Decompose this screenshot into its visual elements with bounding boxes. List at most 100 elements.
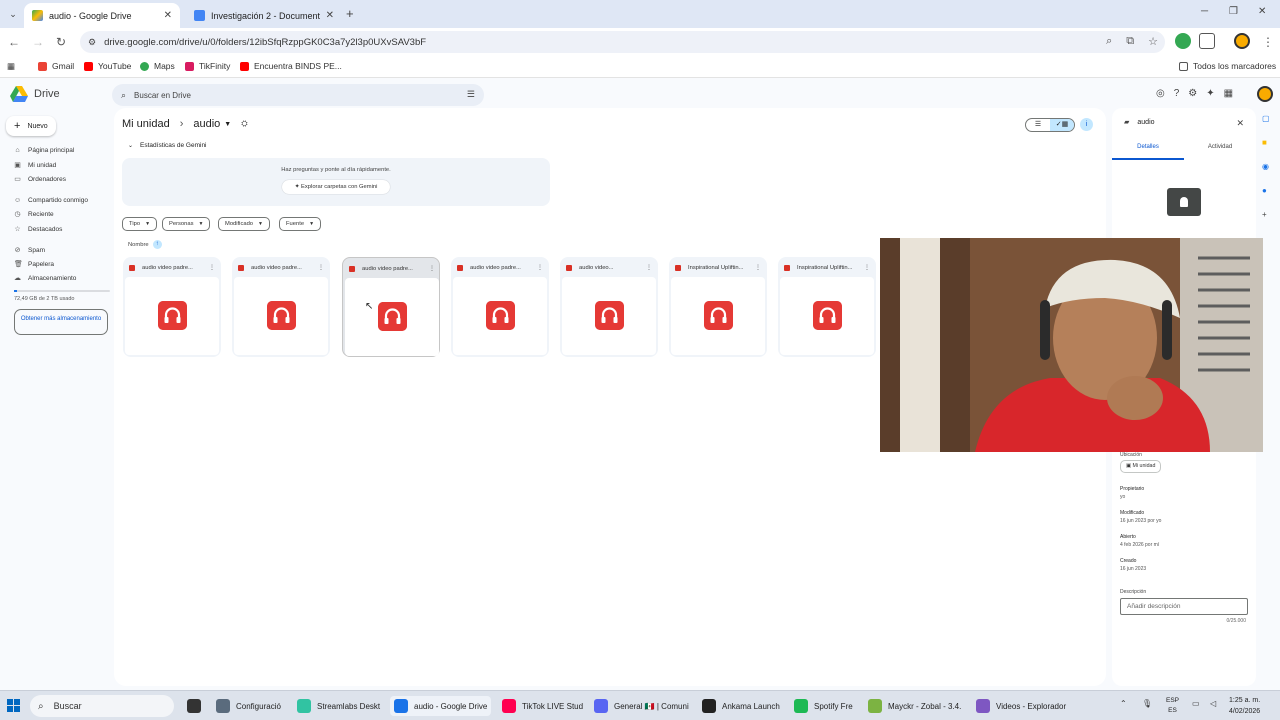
new-button[interactable]: + Nuevo bbox=[6, 116, 56, 136]
back-button[interactable]: ← bbox=[8, 35, 20, 49]
drive-search-input[interactable]: ⌕ Buscar en Drive ☰ bbox=[112, 84, 484, 106]
explore-with-gemini-button[interactable]: ✦ Explorar carpetas con Gemini bbox=[282, 180, 390, 194]
zoom-icon[interactable]: ⌕ bbox=[1106, 35, 1112, 48]
apps-grid-icon[interactable]: ▦ bbox=[7, 61, 15, 72]
close-tab-icon[interactable]: ✕ bbox=[326, 10, 334, 21]
taskbar-task-view[interactable] bbox=[183, 696, 205, 716]
volume-icon[interactable]: ◁ bbox=[1210, 699, 1216, 708]
site-info-icon[interactable]: ⚙ bbox=[88, 37, 96, 48]
calendar-icon[interactable]: ▢ bbox=[1262, 114, 1274, 138]
taskbar-app-ankama[interactable]: Ankama Launch bbox=[698, 696, 784, 716]
tab-drive[interactable]: audio - Google Drive ✕ bbox=[24, 3, 180, 28]
shared-folder-icon[interactable]: ⛭ bbox=[241, 119, 247, 129]
filter-type[interactable]: Tipo ▼ bbox=[122, 217, 158, 231]
file-card[interactable]: Inspirational Upliftin... ⋮ bbox=[778, 257, 876, 357]
file-card[interactable]: audio video padre... ⋮ bbox=[342, 257, 440, 357]
taskbar-app-settings[interactable]: Configuració bbox=[212, 696, 285, 716]
description-input[interactable]: Añadir descripción bbox=[1120, 598, 1248, 615]
sidebar-item-shared[interactable]: ☺ Compartido conmigo bbox=[14, 197, 88, 204]
tab-docs[interactable]: Investigación 2 - Documentos de Google ✕ bbox=[186, 3, 342, 28]
offline-status-icon[interactable]: ◎ bbox=[1156, 88, 1165, 99]
taskbar-app-mayckr[interactable]: Mayckr - Zobal - 3.4. bbox=[864, 696, 965, 716]
sidebar-item-computers[interactable]: ▭ Ordenadores bbox=[14, 176, 66, 183]
sidebar-item-spam[interactable]: ⊘ Spam bbox=[14, 247, 45, 254]
tab-activity[interactable]: Actividad bbox=[1184, 144, 1256, 160]
reload-button[interactable]: ↻ bbox=[56, 35, 66, 49]
extensions-puzzle-icon[interactable] bbox=[1199, 33, 1215, 49]
breadcrumb-root[interactable]: Mi unidad bbox=[122, 118, 170, 130]
omnibox[interactable]: ⚙ drive.google.com/drive/u/0/folders/12i… bbox=[80, 31, 1165, 53]
sidebar-item-recent[interactable]: ◷ Reciente bbox=[14, 211, 53, 218]
bookmark-tikfinity[interactable]: TikFinity bbox=[185, 61, 230, 71]
taskbar-app-chrome[interactable]: audio - Google Drive bbox=[390, 696, 492, 716]
keep-icon[interactable]: ■ bbox=[1262, 138, 1274, 162]
taskbar-app-discord[interactable]: General 🇲🇽 | Comuni bbox=[590, 696, 693, 716]
breadcrumb-current-folder[interactable]: audio bbox=[193, 118, 220, 130]
taskbar-app-explorer[interactable]: Videos - Explorador bbox=[972, 696, 1070, 716]
forward-button[interactable]: → bbox=[32, 35, 44, 49]
settings-gear-icon[interactable]: ⚙ bbox=[1188, 88, 1197, 99]
file-card[interactable]: audio video padre... ⋮ bbox=[123, 257, 221, 357]
sidebar-item-trash[interactable]: 🗑 Papelera bbox=[14, 261, 54, 268]
search-options-icon[interactable]: ☰ bbox=[467, 89, 475, 100]
restore-button[interactable]: ❐ bbox=[1229, 6, 1238, 17]
list-view-icon[interactable]: ☰ bbox=[1026, 119, 1050, 131]
extension-icon[interactable] bbox=[1175, 33, 1191, 49]
file-card[interactable]: audio video padre... ⋮ bbox=[451, 257, 549, 357]
more-actions-icon[interactable]: ⋮ bbox=[864, 264, 870, 271]
location-chip[interactable]: ▣ Mi unidad bbox=[1120, 460, 1162, 473]
file-card[interactable]: Inspirational Upliftin... ⋮ bbox=[669, 257, 767, 357]
more-actions-icon[interactable]: ⋮ bbox=[537, 264, 543, 271]
get-more-storage-button[interactable]: Obtener más almacenamiento bbox=[14, 309, 108, 335]
windows-start-icon[interactable] bbox=[7, 699, 21, 713]
grid-view-icon[interactable]: ✓▦ bbox=[1050, 119, 1074, 131]
drive-logo[interactable]: Drive bbox=[10, 86, 60, 102]
language-indicator[interactable]: ESP ES bbox=[1166, 696, 1179, 716]
sidebar-item-starred[interactable]: ☆ Destacados bbox=[14, 226, 62, 233]
taskbar-app-spotify[interactable]: Spotify Fre bbox=[790, 696, 857, 716]
install-icon[interactable]: ⧉ bbox=[1126, 35, 1134, 48]
sidebar-item-storage[interactable]: ☁ Almacenamiento bbox=[14, 275, 76, 282]
account-avatar[interactable] bbox=[1257, 86, 1273, 102]
taskbar-search-input[interactable]: ⌕ Buscar bbox=[30, 695, 174, 717]
bookmark-binds[interactable]: Encuentra BINDS PE... bbox=[240, 61, 342, 71]
more-actions-icon[interactable]: ⋮ bbox=[318, 264, 324, 271]
tab-search-button[interactable]: ⌄ bbox=[6, 7, 20, 21]
filter-people[interactable]: Personas ▼ bbox=[162, 217, 211, 231]
show-hidden-icons-icon[interactable]: ⌃ bbox=[1120, 699, 1127, 708]
more-actions-icon[interactable]: ⋮ bbox=[429, 265, 435, 272]
minimize-button[interactable]: ─ bbox=[1201, 6, 1208, 17]
microphone-icon[interactable]: 🎙 bbox=[1142, 699, 1152, 708]
system-clock[interactable]: 1:25 a. m. 4/02/2026 bbox=[1229, 695, 1260, 717]
network-icon[interactable]: ▭ bbox=[1192, 699, 1200, 708]
bookmark-youtube[interactable]: YouTube bbox=[84, 61, 131, 71]
more-actions-icon[interactable]: ⋮ bbox=[755, 264, 761, 271]
sidebar-item-home[interactable]: ⌂ Página principal bbox=[14, 147, 74, 154]
close-window-button[interactable]: ✕ bbox=[1258, 6, 1266, 17]
bookmark-maps[interactable]: Maps bbox=[140, 61, 175, 71]
details-info-icon[interactable]: i bbox=[1080, 118, 1093, 131]
tasks-icon[interactable]: ◉ bbox=[1262, 162, 1274, 186]
chevron-down-icon[interactable]: ▼ bbox=[224, 121, 231, 128]
filter-source[interactable]: Fuente ▼ bbox=[279, 217, 322, 231]
bookmark-gmail[interactable]: Gmail bbox=[38, 61, 74, 71]
apps-grid-icon[interactable]: ▦ bbox=[1224, 88, 1233, 99]
gemini-insights-toggle[interactable]: ⌄ Estadísticas de Gemini bbox=[128, 142, 207, 149]
all-bookmarks[interactable]: Todos los marcadores bbox=[1179, 61, 1276, 71]
sort-by-name[interactable]: Nombre ↑ bbox=[128, 240, 162, 249]
gemini-sparkle-icon[interactable]: ✦ bbox=[1206, 88, 1214, 99]
add-addon-icon[interactable]: + bbox=[1262, 210, 1274, 234]
new-tab-button[interactable]: + bbox=[346, 7, 354, 21]
contacts-icon[interactable]: ● bbox=[1262, 186, 1274, 210]
taskbar-app-tiktok[interactable]: TikTok LIVE Stud bbox=[498, 696, 587, 716]
close-tab-icon[interactable]: ✕ bbox=[164, 10, 172, 21]
browser-menu-icon[interactable]: ⋮ bbox=[1262, 35, 1274, 49]
profile-avatar[interactable] bbox=[1234, 33, 1250, 49]
help-icon[interactable]: ? bbox=[1174, 88, 1180, 99]
tab-details[interactable]: Detalles bbox=[1112, 144, 1184, 160]
sidebar-item-my-drive[interactable]: ▣ Mi unidad bbox=[14, 162, 56, 169]
file-card[interactable]: audio video padre... ⋮ bbox=[232, 257, 330, 357]
bookmark-star-icon[interactable]: ☆ bbox=[1148, 35, 1158, 48]
sort-ascending-icon[interactable]: ↑ bbox=[152, 240, 162, 249]
close-icon[interactable]: ✕ bbox=[1236, 118, 1244, 129]
